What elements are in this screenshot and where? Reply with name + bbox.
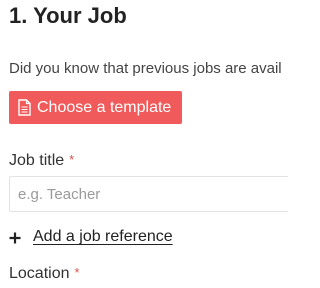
add-job-reference-link[interactable]: Add a job reference bbox=[9, 227, 173, 247]
add-job-reference-label: Add a job reference bbox=[33, 228, 173, 245]
intro-text: Did you know that previous jobs are avai… bbox=[9, 60, 282, 77]
location-label: Location * bbox=[9, 263, 80, 284]
job-title-label: Job title * bbox=[9, 150, 74, 171]
choose-template-button[interactable]: Choose a template bbox=[9, 91, 183, 124]
location-label-text: Location bbox=[9, 265, 70, 282]
required-marker: * bbox=[69, 152, 75, 167]
job-title-input[interactable] bbox=[9, 176, 288, 212]
choose-template-label: Choose a template bbox=[37, 98, 172, 116]
page-title: 1. Your Job bbox=[9, 3, 127, 28]
job-title-label-text: Job title bbox=[9, 152, 65, 169]
document-icon bbox=[18, 99, 31, 116]
required-marker: * bbox=[74, 265, 80, 280]
plus-icon bbox=[9, 231, 21, 244]
